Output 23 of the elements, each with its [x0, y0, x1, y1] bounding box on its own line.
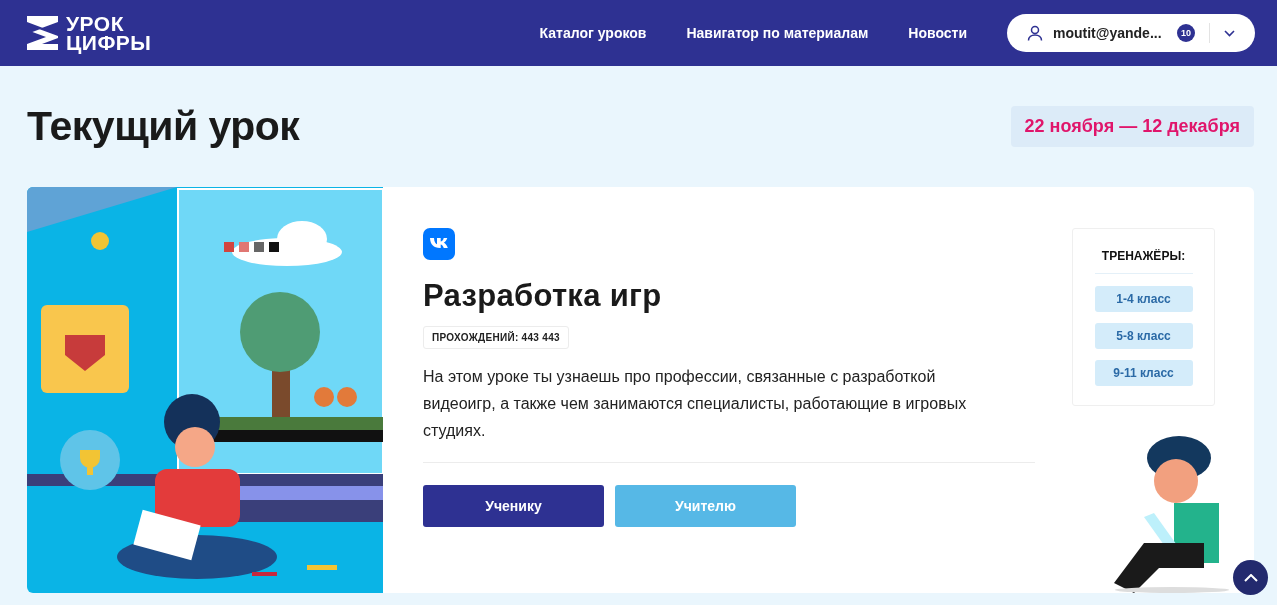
lesson-description: На этом уроке ты узнаешь про профессии, связанные с разработкой видеоигр, а также чем занимаются специалисты, работающие в игровых студиях. [423, 367, 968, 441]
logo-icon [27, 16, 58, 50]
user-icon [1027, 25, 1043, 41]
completions-count-badge: ПРОХОЖДЕНИЙ: 443 443 [423, 326, 569, 349]
nav-link[interactable]: Новости [908, 25, 967, 41]
trainers-heading: ТРЕНАЖЁРЫ: [1094, 249, 1193, 274]
chevron-down-icon [1224, 29, 1235, 37]
nav-link[interactable]: Навигатор по материалам [686, 25, 869, 41]
user-menu[interactable]: moutit@yande... 10 [1007, 14, 1255, 52]
grade-button[interactable]: 5-8 класс [1094, 323, 1193, 349]
lesson-title: Разработка игр [423, 278, 662, 314]
chevron-up-icon [1243, 573, 1258, 582]
grade-button[interactable]: 1-4 класс [1094, 286, 1193, 312]
grade-button[interactable]: 9-11 класс [1094, 360, 1193, 386]
notification-badge: 10 [1177, 24, 1195, 42]
date-range-badge: 22 ноября — 12 декабря [1010, 105, 1254, 147]
scroll-to-top-button[interactable] [1233, 560, 1268, 595]
vk-logo-icon [423, 228, 455, 260]
nav-link[interactable]: Каталог уроков [539, 25, 647, 41]
page-title: Текущий урок [27, 102, 300, 150]
user-email: moutit@yande... [1053, 25, 1162, 41]
logo-text[interactable]: УРОК ЦИФРЫ [66, 14, 152, 52]
student-button[interactable]: Ученику [423, 485, 604, 527]
